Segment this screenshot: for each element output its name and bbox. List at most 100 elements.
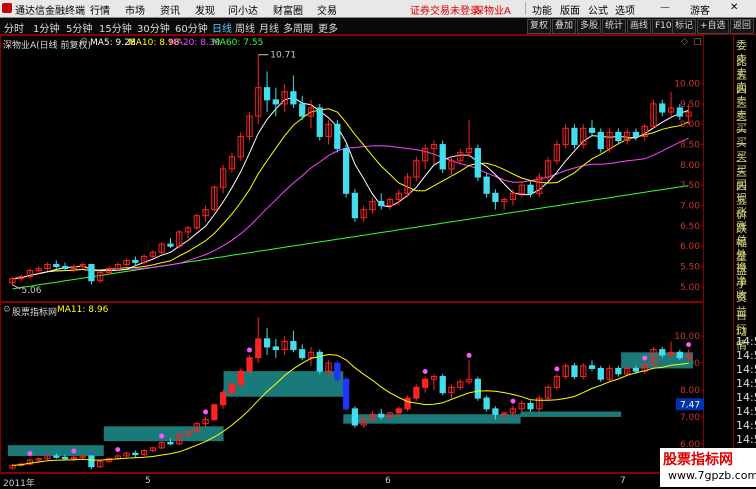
low-label: 5.06: [21, 286, 41, 296]
sub-candle-body: [228, 384, 236, 394]
high-label: 10.71: [270, 51, 296, 61]
candle-body: [474, 148, 481, 178]
main-y-tick-label: 5.00: [680, 283, 700, 293]
sub-candle-body: [237, 370, 244, 386]
tab-daily[interactable]: 日线: [212, 20, 232, 35]
sub-chart-title: 股票指标网: [12, 308, 58, 318]
candle-body: [632, 131, 640, 137]
range-band: [520, 411, 622, 417]
candle-body: [659, 103, 666, 113]
candle-body: [615, 131, 622, 141]
candle-body: [290, 91, 297, 105]
menu-bar: 通达信金融终端 行情 市场 资讯 发现 问小达 财富圈 交易 证券交易未登录 深…: [0, 0, 756, 18]
menu-item-ask[interactable]: 问小达: [228, 2, 258, 17]
menu-item-news[interactable]: 资讯: [160, 2, 180, 17]
main-y-tick-label: 8.50: [680, 141, 700, 151]
sub-candle-body: [272, 346, 279, 351]
sub-candle-body: [342, 378, 350, 410]
tick-time-label: 14:56: [736, 391, 756, 404]
indicator-gear-icon[interactable]: ⚙: [3, 305, 11, 315]
sub-candle-body: [404, 397, 411, 410]
user-label[interactable]: 游客: [690, 2, 710, 17]
sub-candle-body: [255, 338, 262, 359]
signal-dot: [115, 447, 121, 453]
candle-body: [351, 192, 359, 219]
signal-dot: [71, 448, 77, 454]
mark-button[interactable]: 标记: [672, 19, 697, 34]
menu-item-wealth[interactable]: 财富圈: [273, 2, 303, 17]
back-button[interactable]: 返回: [730, 19, 755, 34]
tab-intraday[interactable]: 分时: [4, 20, 24, 35]
sub-candle-body: [597, 367, 604, 380]
candle-body: [342, 148, 350, 194]
ma60-line: [12, 185, 689, 290]
menu-item-formula[interactable]: 公式: [588, 2, 608, 17]
tab-5min[interactable]: 5分钟: [66, 20, 92, 35]
signal-dot: [27, 451, 33, 457]
signal-dot: [422, 369, 428, 375]
menu-item-trade[interactable]: 交易: [317, 2, 337, 17]
ma5-line: [12, 96, 689, 280]
sub-candle-body: [632, 367, 640, 372]
sub-candle-body: [378, 413, 385, 418]
menu-item-layout[interactable]: 版面: [560, 2, 580, 17]
candle-body: [61, 266, 69, 270]
sub-candle-body: [615, 367, 622, 375]
tab-weekly[interactable]: 周线: [235, 20, 255, 35]
multi-stock-button[interactable]: 多股: [577, 19, 602, 34]
settings-gear-icon[interactable]: ⚙: [80, 37, 88, 47]
maximize-icon[interactable]: □: [693, 37, 702, 47]
sub-candle-body: [395, 408, 402, 414]
main-y-tick-label: 8.00: [680, 161, 700, 171]
menu-item-market[interactable]: 市场: [125, 2, 145, 17]
statistics-button[interactable]: 统计: [602, 19, 627, 34]
main-y-tick-label: 7.00: [680, 202, 700, 212]
candle-body: [53, 263, 60, 268]
watermark-url: www.7gpzb.com: [668, 469, 756, 482]
kline-chart[interactable]: 10.71 5.06 10.00 9.00 8.00 7.00 6.00 7.47 10.0…: [0, 35, 704, 486]
tick-time-label: 14:56: [736, 349, 756, 362]
tab-1min[interactable]: 1分钟: [33, 20, 59, 35]
sub-y-tick-label: 10.00: [674, 332, 700, 342]
signal-dot: [466, 352, 472, 358]
candle-body: [132, 259, 139, 263]
minimize-icon[interactable]: —: [660, 2, 670, 13]
login-warning[interactable]: 证券交易未登录: [410, 2, 480, 17]
tab-60min[interactable]: 60分钟: [175, 20, 208, 35]
ma11-path: [12, 353, 689, 466]
menu-item-quotes[interactable]: 行情: [90, 2, 110, 17]
sub-candle-body: [132, 452, 139, 456]
sub-candle-body: [53, 455, 60, 458]
candle-body: [263, 87, 271, 101]
adjust-button[interactable]: 复权: [527, 19, 552, 34]
main-y-tick-label: 7.50: [680, 181, 700, 191]
expand-icon[interactable]: ◇: [681, 37, 688, 47]
add-watchlist-button[interactable]: +自选: [697, 19, 729, 34]
menu-item-functions[interactable]: 功能: [532, 2, 552, 17]
sub-candle-body: [527, 402, 534, 410]
signal-dot: [510, 398, 516, 404]
sub-pane-frame: [0, 302, 704, 473]
period-toolbar: 分时 1分钟 5分钟 15分钟 30分钟 60分钟 日线 周线 月线 多周期 更…: [0, 18, 756, 35]
candle-body: [272, 99, 279, 105]
sub-y-tick-label: 7.00: [680, 413, 700, 423]
tab-30min[interactable]: 30分钟: [137, 20, 170, 35]
menu-item-discover[interactable]: 发现: [195, 2, 215, 17]
ma20-path: [12, 137, 689, 280]
tab-15min[interactable]: 15分钟: [99, 20, 132, 35]
tab-multi-period[interactable]: 多周期: [283, 20, 313, 35]
x-label-7: 7: [620, 476, 626, 486]
tick-time-label: 14:56: [736, 405, 756, 418]
tab-monthly[interactable]: 月线: [259, 20, 279, 35]
tab-more[interactable]: 更多: [318, 20, 338, 35]
app-logo-icon: [2, 3, 12, 13]
main-y-tick-label: 6.50: [680, 222, 700, 232]
quote-side-panel: 委比 卖五 卖四 卖三 卖二 卖一 买一 买二 买三 买四 买五 现价 涨跌 涨幅 总量 外盘 换手 净资 收益 自动…: [733, 35, 756, 486]
sub-candle-body: [571, 365, 578, 378]
menu-item-options[interactable]: 选项: [615, 2, 635, 17]
close-icon[interactable]: ✕: [730, 2, 738, 13]
signal-dot: [203, 409, 209, 415]
draw-button[interactable]: 画线: [627, 19, 652, 34]
ma5-path: [12, 96, 689, 280]
overlay-button[interactable]: 叠加: [552, 19, 577, 34]
